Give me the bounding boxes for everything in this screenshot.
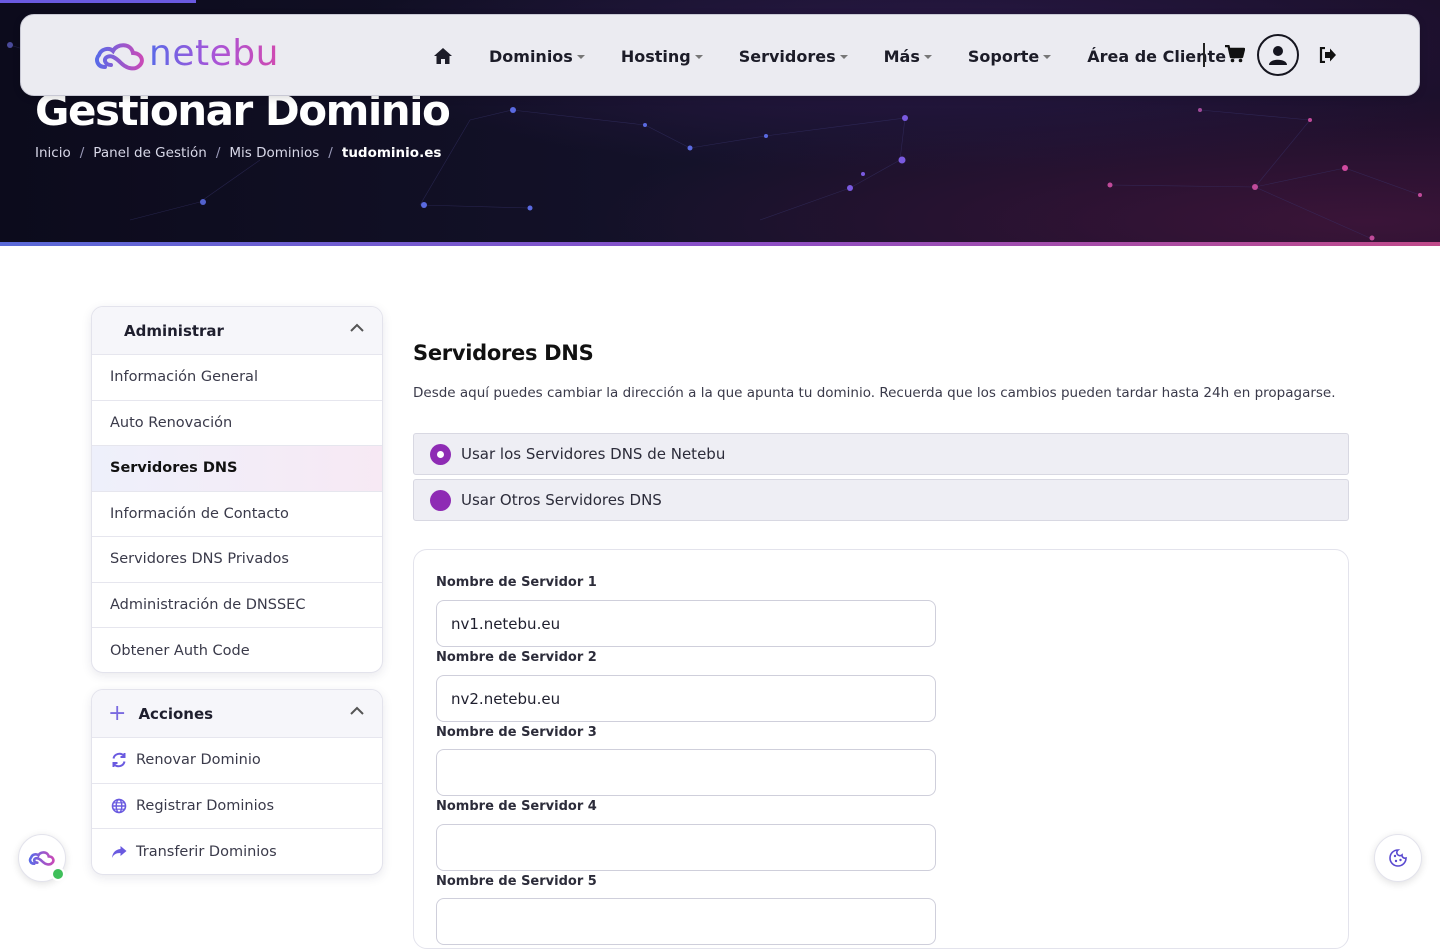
actions-panel-title: Acciones — [138, 704, 214, 723]
nameserver-2-label: Nombre de Servidor 2 — [436, 650, 597, 665]
sidebar-item-label: Servidores DNS — [110, 460, 238, 477]
chat-launcher-button[interactable] — [18, 834, 66, 882]
top-accent-bar — [0, 0, 196, 3]
nameserver-1-input[interactable]: nv1.netebu.eu — [436, 600, 936, 647]
sidebar-item-label: Auto Renovación — [110, 414, 233, 431]
sidebar-item-label: Información General — [110, 369, 258, 386]
home-icon[interactable] — [431, 44, 455, 68]
nameserver-2-input[interactable]: nv2.netebu.eu — [436, 675, 936, 722]
sidebar-item-servidores-dns[interactable]: Servidores DNS — [92, 446, 382, 492]
chevron-up-icon[interactable] — [350, 706, 364, 715]
nav-hosting[interactable]: Hosting — [621, 47, 703, 66]
whatsapp-badge-icon — [51, 867, 65, 881]
chevron-down-icon — [576, 55, 585, 59]
nameserver-3-input[interactable] — [436, 749, 936, 796]
chevron-down-icon — [1043, 55, 1052, 59]
radio-unselected-indicator[interactable] — [430, 489, 451, 511]
logout-icon[interactable] — [1319, 46, 1337, 67]
breadcrumb-separator: / — [215, 145, 221, 161]
action-label: Renovar Dominio — [136, 752, 261, 769]
breadcrumb-current: tudominio.es — [341, 145, 442, 161]
breadcrumb-mis-dominios[interactable]: Mis Dominios — [229, 145, 319, 161]
nameserver-4-input[interactable] — [436, 824, 936, 871]
manage-panel-header[interactable]: Administrar — [92, 307, 382, 355]
user-icon[interactable] — [1257, 34, 1299, 76]
share-arrow-icon — [110, 843, 128, 861]
sidebar-item-label: Información de Contacto — [110, 505, 289, 522]
radio-selected-indicator[interactable] — [430, 443, 451, 465]
cookie-settings-button[interactable] — [1374, 834, 1422, 882]
nav-servidores[interactable]: Servidores — [739, 47, 848, 66]
brand-logo[interactable]: netebu — [93, 33, 279, 74]
globe-icon — [110, 797, 128, 815]
nav-mas-label: Más — [883, 46, 920, 66]
nav-soporte-label: Soporte — [967, 46, 1040, 66]
radio-label: Usar Otros Servidores DNS — [461, 491, 662, 509]
nameserver-3-label: Nombre de Servidor 3 — [436, 725, 597, 740]
sidebar-item-informacion-general[interactable]: Información General — [92, 355, 382, 401]
plus-icon: + — [108, 700, 127, 726]
radio-label: Usar los Servidores DNS de Netebu — [461, 445, 726, 463]
top-navbar: netebu Dominios Hosting Servidores Más S… — [20, 14, 1420, 96]
nameserver-5-input[interactable] — [436, 898, 936, 945]
cloud-logo-icon — [95, 42, 144, 70]
breadcrumb-separator: / — [328, 145, 333, 161]
chevron-down-icon — [694, 55, 703, 59]
actions-panel: + Acciones Renovar Dominio Registrar Dom… — [91, 689, 383, 875]
nav-divider — [1203, 43, 1205, 67]
manage-panel-title: Administrar — [124, 321, 224, 340]
nameserver-1-label: Nombre de Servidor 1 — [436, 575, 597, 590]
action-renovar-dominio[interactable]: Renovar Dominio — [92, 738, 382, 784]
nav-dominios[interactable]: Dominios — [489, 47, 585, 66]
action-registrar-dominios[interactable]: Registrar Dominios — [92, 784, 382, 829]
sidebar-item-informacion-contacto[interactable]: Información de Contacto — [92, 492, 382, 537]
nav-dominios-label: Dominios — [489, 46, 573, 66]
nav-mas[interactable]: Más — [884, 47, 932, 66]
sidebar-item-auth-code[interactable]: Obtener Auth Code — [92, 628, 382, 672]
sidebar-item-label: Servidores DNS Privados — [110, 551, 289, 568]
breadcrumb: Inicio / Panel de Gestión / Mis Dominios… — [35, 145, 441, 161]
breadcrumb-inicio[interactable]: Inicio — [35, 145, 71, 161]
sidebar-item-label: Administración de DNSSEC — [110, 596, 306, 613]
sidebar-item-auto-renovacion[interactable]: Auto Renovación — [92, 401, 382, 446]
chevron-up-icon[interactable] — [350, 323, 364, 332]
netebu-chat-icon — [28, 851, 55, 866]
breadcrumb-separator: / — [79, 145, 85, 161]
radio-use-other-dns[interactable]: Usar Otros Servidores DNS — [413, 479, 1349, 521]
breadcrumb-panel[interactable]: Panel de Gestión — [93, 145, 207, 161]
hero-divider — [0, 242, 1440, 246]
manage-panel: Administrar Información General Auto Ren… — [91, 306, 383, 673]
nav-servidores-label: Servidores — [738, 46, 836, 66]
nav-hosting-label: Hosting — [620, 46, 691, 66]
radio-use-netebu-dns[interactable]: Usar los Servidores DNS de Netebu — [413, 433, 1349, 475]
cookie-icon — [1389, 849, 1407, 867]
cart-icon[interactable] — [1225, 44, 1246, 67]
main-menu: Dominios Hosting Servidores Más Soporte … — [431, 15, 1274, 97]
logo-wordmark: netebu — [149, 33, 279, 74]
action-label: Transferir Dominios — [136, 843, 277, 860]
actions-panel-header[interactable]: + Acciones — [92, 690, 382, 738]
nav-area-cliente-label: Área de Cliente — [1087, 46, 1227, 66]
refresh-icon — [110, 751, 128, 769]
section-description: Desde aquí puedes cambiar la dirección a… — [413, 385, 1336, 401]
nameserver-5-label: Nombre de Servidor 5 — [436, 874, 597, 889]
section-title: Servidores DNS — [413, 341, 594, 365]
action-transferir-dominios[interactable]: Transferir Dominios — [92, 829, 382, 874]
chevron-down-icon — [923, 55, 932, 59]
sidebar-item-dnssec[interactable]: Administración de DNSSEC — [92, 583, 382, 628]
nameserver-4-label: Nombre de Servidor 4 — [436, 799, 597, 814]
nav-soporte[interactable]: Soporte — [967, 46, 1052, 66]
sidebar-item-dns-privados[interactable]: Servidores DNS Privados — [92, 537, 382, 583]
chevron-down-icon — [839, 55, 848, 59]
action-label: Registrar Dominios — [136, 797, 275, 814]
nav-area-cliente[interactable]: Área de Cliente — [1087, 46, 1239, 66]
sidebar-item-label: Obtener Auth Code — [110, 642, 250, 659]
